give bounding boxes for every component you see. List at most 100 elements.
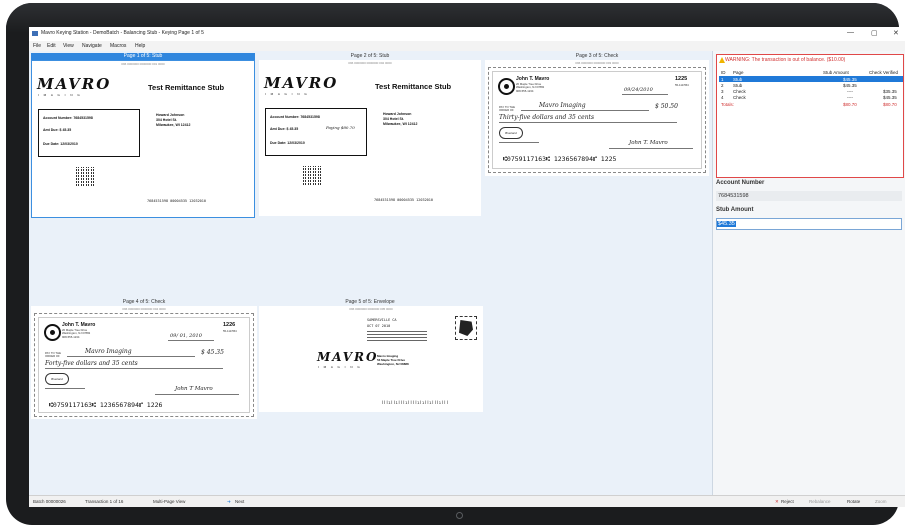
cell-stub: ---- (847, 94, 853, 100)
due-date-text: Due Date: 12/03/2010 (43, 142, 78, 146)
envelope-address: Mavro Imaging 53 Maple Tree Drive Washin… (377, 354, 409, 366)
reject-icon: ✕ (775, 499, 779, 504)
rebalance-button[interactable]: Rebalance (809, 499, 831, 504)
amount-due-text: Amt Due: $ 45.35 (43, 128, 72, 132)
totals-row: Totals: $80.70 $80.70 (719, 101, 903, 107)
page-serial: 096 0000000 0000000 004 0000 (122, 307, 166, 311)
stub-amount-input[interactable]: $45.35 (716, 218, 902, 230)
page-thumbnail-5[interactable]: Page 5 of 5: Envelope 096 0000000 000000… (257, 299, 483, 419)
menu-view[interactable]: View (63, 43, 74, 49)
bank-logo: Blueland (499, 127, 523, 139)
check-routing-small: 55-111/554 (223, 329, 237, 333)
transaction-box: WARNING: The transaction is out of balan… (716, 54, 904, 178)
date-line (168, 340, 214, 341)
app-window: Mavro Keying Station - DemoBatch - Balan… (29, 27, 905, 507)
cell-stub: $45.35 (843, 82, 857, 88)
envelope-to-city: Washington, NJ 08888 (377, 362, 409, 366)
addr-city: Milwaukee, WI 12412 (156, 123, 191, 127)
addr-city: Milwaukee, WI 12412 (383, 122, 418, 126)
stub-amount-label: Stub Amount (716, 207, 754, 213)
menu-help[interactable]: Help (135, 43, 145, 49)
written-line (499, 122, 677, 123)
memo-line (45, 388, 85, 389)
status-bar: Batch 00000026 Transaction 1 of 16 Multi… (29, 495, 905, 507)
mavro-logo: MAVRO (264, 74, 339, 92)
date-line (622, 94, 668, 95)
reject-button[interactable]: Reject (781, 499, 794, 504)
totals-label: Totals: (721, 101, 735, 107)
view-mode[interactable]: Multi-Page View (153, 499, 185, 504)
pay-to-label: PAY TO THE ORDER OF (45, 351, 62, 359)
envelope-logo: MAVRO (317, 350, 379, 364)
cell-id: 4 (721, 94, 724, 100)
memo-line (499, 142, 539, 143)
check-amount: $ 45.35 (201, 349, 224, 356)
cell-check: $45.35 (883, 94, 897, 100)
zoom-button[interactable]: Zoom (875, 499, 887, 504)
cell-id: 1 (721, 76, 724, 82)
home-button (456, 512, 463, 519)
account-box: Account Number: 7684531598 Amt Due: $ 45… (38, 109, 140, 157)
check-written-amount: Forty-five dollars and 35 cents (45, 360, 138, 367)
col-stub-amount: Stub Amount (823, 69, 849, 75)
menu-file[interactable]: File (33, 43, 41, 49)
check-addr-3: 908-555-1234 (62, 334, 80, 339)
handwritten-amount: Paying $80.70 (326, 125, 355, 130)
account-number-label: Account Number (716, 180, 765, 186)
account-box: Account Number: 7684531598 Amt Due: $ 45… (265, 108, 367, 156)
check-payee: Mavro Imaging (85, 348, 132, 355)
page-label: Page 5 of 5: Envelope (345, 299, 395, 305)
bank-logo: Blueland (45, 373, 69, 385)
maximize-button[interactable]: ▢ (871, 29, 878, 37)
next-button[interactable]: Next (235, 499, 244, 504)
stub-micr: 7684531598 00004535 12032010 (374, 198, 434, 202)
cell-stub: ---- (847, 88, 853, 94)
check-image: John T. Mavro 20 Maple Tree Drive Washin… (34, 313, 254, 417)
col-check-verified: Check Verified (869, 69, 899, 75)
table-row[interactable]: 4 Check ---- $45.35 (719, 94, 903, 100)
page-serial: 096 0000000 0000000 001 0000 (121, 62, 165, 66)
account-number-text: Account Number: 7684531598 (43, 116, 93, 120)
payee-line (67, 356, 195, 357)
signature-line (609, 148, 693, 149)
cell-stub: $45.35 (843, 76, 857, 82)
close-button[interactable]: ✕ (893, 29, 899, 37)
pay-to-label: PAY TO THE ORDER OF (499, 105, 516, 113)
postmark-date: OCT 07 2010 (367, 324, 391, 328)
menu-navigate[interactable]: Navigate (82, 43, 102, 49)
stub-micr: 7684531598 00004535 12032010 (147, 199, 207, 203)
minimize-button[interactable]: — (847, 29, 854, 36)
col-page: Page (733, 69, 744, 75)
envelope-logo-sub: I M A G I N G (318, 365, 362, 369)
balancing-panel: WARNING: The transaction is out of balan… (712, 51, 905, 495)
page-serial: 096 0000000 0000000 003 0000 (575, 61, 619, 65)
page-thumbnail-3[interactable]: Page 3 of 5: Check 096 0000000 0000000 0… (485, 53, 709, 178)
stub-address: Howard Johnson 304 Hotel St. Milwaukee, … (383, 112, 417, 127)
amount-due-text: Amt Due: $ 45.35 (270, 127, 299, 131)
mavro-logo-sub: I M A G I N G (38, 93, 82, 97)
rotate-button[interactable]: Rotate (847, 499, 860, 504)
check-signature: John T. Mavro (629, 140, 668, 146)
written-line (45, 368, 223, 369)
cell-page: Stub (733, 76, 743, 82)
col-id: ID (721, 69, 726, 75)
mavro-logo-sub: I M A G I N G (265, 92, 309, 96)
menu-edit[interactable]: Edit (47, 43, 56, 49)
check-signature: John T Mavro (175, 386, 213, 392)
check-number: 1226 (223, 322, 236, 328)
mavro-logo: MAVRO (37, 75, 112, 93)
cell-id: 2 (721, 82, 724, 88)
page-thumbnail-2[interactable]: Page 2 of 5: Stub 096 0000000 0000000 00… (257, 53, 483, 218)
account-number-field[interactable]: 7684531598 (716, 191, 902, 201)
check-document: 096 0000000 0000000 004 0000 John T. Mav… (31, 306, 257, 419)
title-bar: Mavro Keying Station - DemoBatch - Balan… (29, 27, 905, 41)
totals-check: $80.70 (883, 101, 897, 107)
page-thumbnail-4[interactable]: Page 4 of 5: Check 096 0000000 0000000 0… (31, 299, 257, 419)
check-logo (498, 78, 515, 95)
page-thumbnail-1[interactable]: Page 1 of 5: Stub 096 0000000 0000000 00… (31, 53, 255, 218)
signature-line (155, 394, 239, 395)
menu-macros[interactable]: Macros (110, 43, 126, 49)
cell-page: Stub (733, 82, 743, 88)
transaction-info: Transaction 1 of 16 (85, 499, 124, 504)
check-address: 20 Maple Tree Drive Washington, NJ 07882… (516, 82, 544, 93)
